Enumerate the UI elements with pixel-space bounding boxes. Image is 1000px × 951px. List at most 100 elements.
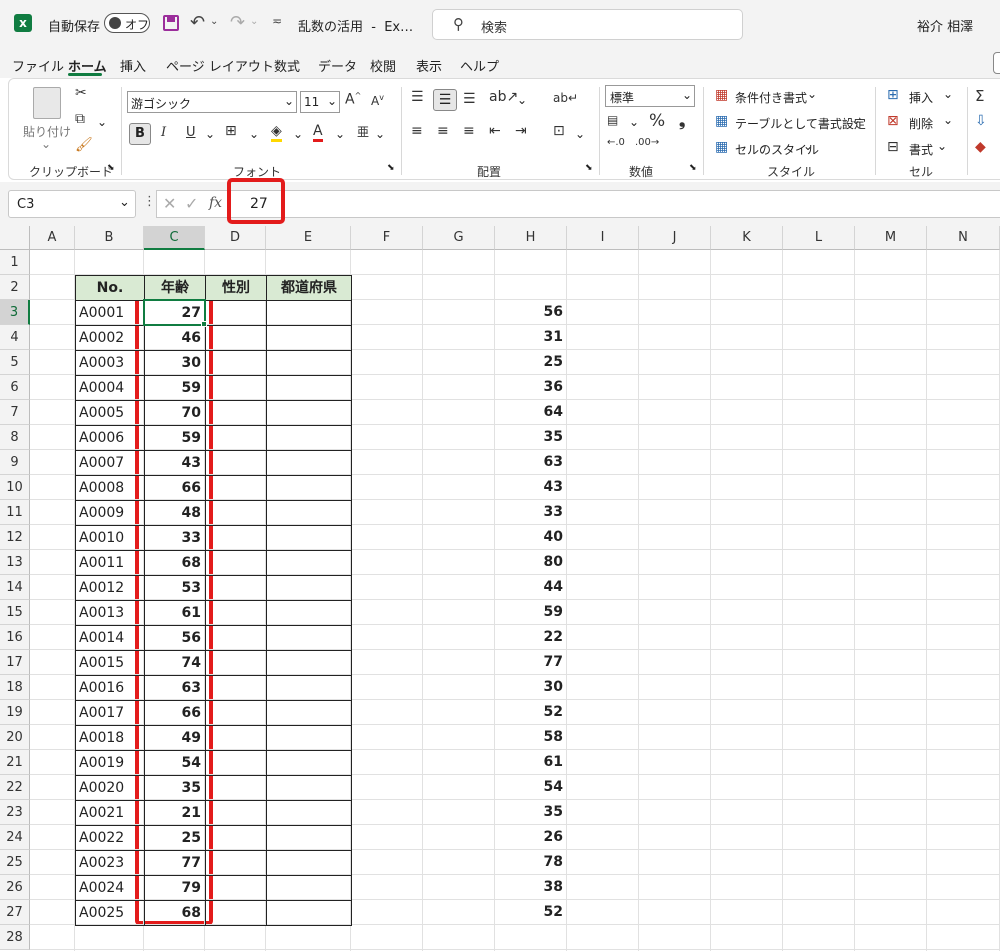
share-button[interactable] — [993, 52, 1000, 74]
prefecture-cell[interactable] — [266, 625, 352, 651]
tab-insert[interactable]: 挿入 — [120, 56, 146, 75]
format-cells-dropdown-icon[interactable]: ⌄ — [937, 139, 947, 153]
prefecture-cell[interactable] — [266, 525, 352, 551]
column-h-value-cell[interactable]: 61 — [495, 750, 567, 775]
column-h-value-cell[interactable]: 58 — [495, 725, 567, 750]
align-left-icon[interactable]: ≡ — [411, 123, 423, 139]
column-h-value-cell[interactable]: 30 — [495, 675, 567, 700]
age-cell[interactable]: 61 — [144, 600, 206, 626]
prefecture-cell[interactable] — [266, 475, 352, 501]
column-h-value-cell[interactable]: 38 — [495, 875, 567, 900]
column-h-value-cell[interactable]: 22 — [495, 625, 567, 650]
column-h-value-cell[interactable]: 59 — [495, 600, 567, 625]
row-header-24[interactable]: 24 — [0, 825, 30, 850]
align-right-icon[interactable]: ≡ — [463, 123, 475, 139]
column-h-value-cell[interactable]: 25 — [495, 350, 567, 375]
row-header-21[interactable]: 21 — [0, 750, 30, 775]
column-h-value-cell[interactable]: 52 — [495, 700, 567, 725]
row-header-2[interactable]: 2 — [0, 275, 30, 300]
clear-icon[interactable]: ◆ — [975, 139, 986, 155]
column-h-value-cell[interactable]: 40 — [495, 525, 567, 550]
gender-cell[interactable] — [205, 650, 267, 676]
column-header-m[interactable]: M — [855, 226, 927, 250]
prefecture-cell[interactable] — [266, 300, 352, 326]
column-header-h[interactable]: H — [495, 226, 567, 250]
row-header-19[interactable]: 19 — [0, 700, 30, 725]
decrease-indent-icon[interactable]: ⇤ — [489, 123, 501, 139]
merge-dropdown-icon[interactable]: ⌄ — [575, 127, 585, 141]
gender-cell[interactable] — [205, 550, 267, 576]
row-header-28[interactable]: 28 — [0, 925, 30, 950]
fill-handle[interactable] — [201, 321, 207, 327]
underline-dropdown-icon[interactable]: ⌄ — [205, 127, 215, 141]
column-h-value-cell[interactable]: 44 — [495, 575, 567, 600]
autosum-button[interactable]: Σ — [975, 87, 984, 105]
id-cell[interactable]: A0002 — [75, 325, 145, 351]
prefecture-cell[interactable] — [266, 850, 352, 876]
row-header-13[interactable]: 13 — [0, 550, 30, 575]
copy-dropdown-icon[interactable]: ⌄ — [97, 115, 107, 129]
id-cell[interactable]: A0003 — [75, 350, 145, 376]
insert-cells-dropdown-icon[interactable]: ⌄ — [943, 87, 953, 101]
age-cell[interactable]: 46 — [144, 325, 206, 351]
row-header-14[interactable]: 14 — [0, 575, 30, 600]
prefecture-cell[interactable] — [266, 575, 352, 601]
id-cell[interactable]: A0009 — [75, 500, 145, 526]
prefecture-cell[interactable] — [266, 425, 352, 451]
id-cell[interactable]: A0015 — [75, 650, 145, 676]
prefecture-cell[interactable] — [266, 450, 352, 476]
age-cell[interactable]: 49 — [144, 725, 206, 751]
prefecture-cell[interactable] — [266, 800, 352, 826]
column-header-f[interactable]: F — [351, 226, 423, 250]
gender-cell[interactable] — [205, 900, 267, 926]
gender-cell[interactable] — [205, 475, 267, 501]
column-h-value-cell[interactable]: 35 — [495, 800, 567, 825]
gender-cell[interactable] — [205, 825, 267, 851]
enter-icon[interactable]: ✓ — [185, 194, 198, 213]
fill-icon[interactable]: ⇩ — [975, 113, 987, 129]
align-center-icon[interactable]: ≡ — [437, 123, 449, 139]
tab-page-layout[interactable]: ページ レイアウト — [166, 56, 274, 75]
conditional-format-button[interactable]: 条件付き書式 — [735, 89, 807, 106]
column-h-value-cell[interactable]: 54 — [495, 775, 567, 800]
search-box[interactable]: ⚲ 検索 — [432, 9, 743, 40]
column-h-value-cell[interactable]: 26 — [495, 825, 567, 850]
prefecture-cell[interactable] — [266, 550, 352, 576]
row-header-3[interactable]: 3 — [0, 300, 30, 325]
id-cell[interactable]: A0019 — [75, 750, 145, 776]
accounting-dropdown-icon[interactable]: ⌄ — [629, 115, 639, 129]
column-h-value-cell[interactable]: 43 — [495, 475, 567, 500]
age-cell[interactable]: 66 — [144, 700, 206, 726]
column-h-value-cell[interactable]: 64 — [495, 400, 567, 425]
column-h-value-cell[interactable]: 56 — [495, 300, 567, 325]
column-h-value-cell[interactable]: 78 — [495, 850, 567, 875]
fill-color-dropdown-icon[interactable]: ⌄ — [293, 127, 303, 141]
id-cell[interactable]: A0017 — [75, 700, 145, 726]
insert-cells-icon[interactable]: ⊞ — [887, 87, 899, 103]
font-size-select[interactable]: 11 ⌄ — [300, 91, 340, 113]
id-cell[interactable]: A0025 — [75, 900, 145, 926]
id-cell[interactable]: A0022 — [75, 825, 145, 851]
gender-cell[interactable] — [205, 700, 267, 726]
table-header-cell[interactable]: 都道府県 — [266, 275, 352, 301]
font-name-select[interactable]: 游ゴシック ⌄ — [127, 91, 297, 113]
borders-icon[interactable]: ⊞ — [225, 123, 237, 139]
increase-indent-icon[interactable]: ⇥ — [515, 123, 527, 139]
copy-icon[interactable]: ⧉ — [75, 111, 85, 127]
insert-function-icon[interactable]: fx — [209, 195, 222, 211]
prefecture-cell[interactable] — [266, 650, 352, 676]
phonetic-dropdown-icon[interactable]: ⌄ — [375, 127, 385, 141]
column-h-value-cell[interactable]: 35 — [495, 425, 567, 450]
align-bottom-icon[interactable]: ☰ — [463, 91, 476, 107]
row-header-25[interactable]: 25 — [0, 850, 30, 875]
row-header-5[interactable]: 5 — [0, 350, 30, 375]
orientation-dropdown-icon[interactable]: ⌄ — [517, 93, 527, 107]
gender-cell[interactable] — [205, 800, 267, 826]
row-header-11[interactable]: 11 — [0, 500, 30, 525]
borders-dropdown-icon[interactable]: ⌄ — [249, 127, 259, 141]
undo-dropdown-icon[interactable]: ⌄ — [210, 16, 218, 27]
paste-icon[interactable] — [33, 87, 61, 119]
age-cell[interactable]: 43 — [144, 450, 206, 476]
age-cell[interactable]: 35 — [144, 775, 206, 801]
gender-cell[interactable] — [205, 525, 267, 551]
